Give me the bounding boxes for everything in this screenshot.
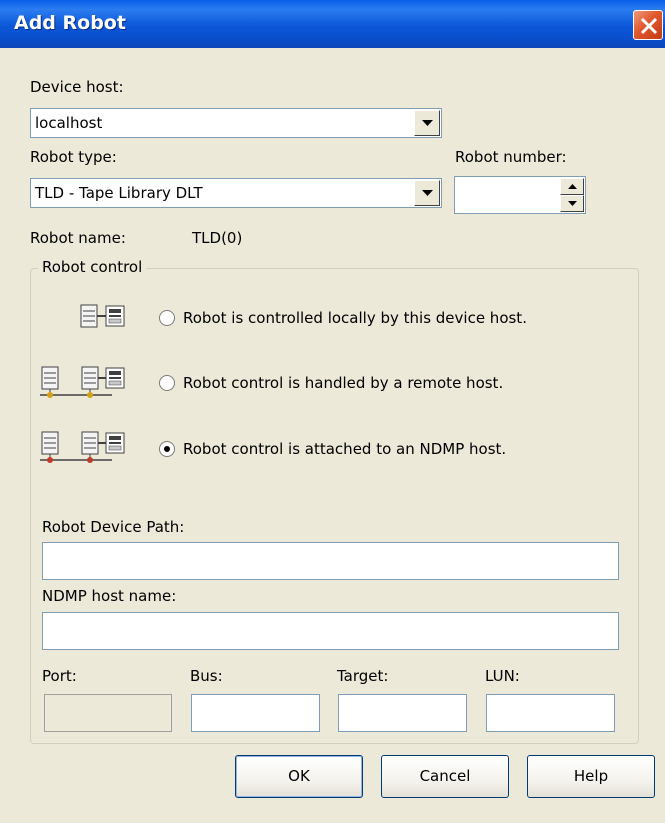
ok-button[interactable]: OK <box>235 755 363 798</box>
chevron-down-icon <box>422 190 433 196</box>
radio-local-control[interactable] <box>159 310 175 326</box>
robot-name-label: Robot name: <box>30 229 126 247</box>
option-remote-label: Robot control is handled by a remote hos… <box>183 374 504 392</box>
close-button[interactable] <box>633 10 663 40</box>
radio-ndmp-control[interactable] <box>159 441 175 457</box>
device-host-select[interactable]: localhost <box>30 108 442 138</box>
robot-number-label: Robot number: <box>455 148 567 166</box>
radio-remote-control[interactable] <box>159 375 175 391</box>
bus-label: Bus: <box>190 667 223 685</box>
arrow-down-icon <box>568 201 577 206</box>
device-host-value: localhost <box>35 114 103 132</box>
device-host-label: Device host: <box>30 78 124 96</box>
remote-robot-icon <box>40 363 160 403</box>
option-ndmp-label: Robot control is attached to an NDMP hos… <box>183 440 507 458</box>
robot-control-legend: Robot control <box>38 258 147 276</box>
bus-input[interactable] <box>191 694 320 732</box>
lun-input[interactable] <box>486 694 615 732</box>
ndmp-robot-icon <box>40 428 160 468</box>
ndmp-host-name-label: NDMP host name: <box>42 587 177 605</box>
device-host-dropdown-button[interactable] <box>414 110 440 136</box>
port-input <box>44 694 172 732</box>
target-input[interactable] <box>338 694 467 732</box>
robot-device-path-label: Robot Device Path: <box>42 518 185 536</box>
robot-number-spinner[interactable] <box>454 176 586 214</box>
robot-type-select[interactable]: TLD - Tape Library DLT <box>30 178 442 208</box>
robot-type-label: Robot type: <box>30 148 117 166</box>
chevron-down-icon <box>422 120 433 126</box>
option-local-label: Robot is controlled locally by this devi… <box>183 309 527 327</box>
robot-name-value: TLD(0) <box>192 229 243 247</box>
robot-control-group <box>30 268 639 744</box>
robot-type-value: TLD - Tape Library DLT <box>35 184 203 202</box>
window-title: Add Robot <box>14 12 126 34</box>
ndmp-host-name-input[interactable] <box>42 612 619 650</box>
port-label: Port: <box>42 667 77 685</box>
robot-type-dropdown-button[interactable] <box>414 180 440 206</box>
lun-label: LUN: <box>485 667 520 685</box>
close-icon <box>640 17 658 35</box>
spin-up-button[interactable] <box>560 178 584 195</box>
title-bar: Add Robot <box>0 0 665 48</box>
cancel-button[interactable]: Cancel <box>381 755 509 798</box>
spin-down-button[interactable] <box>560 195 584 212</box>
robot-device-path-input[interactable] <box>42 542 619 580</box>
target-label: Target: <box>337 667 389 685</box>
help-button[interactable]: Help <box>527 755 655 798</box>
local-robot-icon <box>80 303 158 335</box>
arrow-up-icon <box>568 184 577 189</box>
